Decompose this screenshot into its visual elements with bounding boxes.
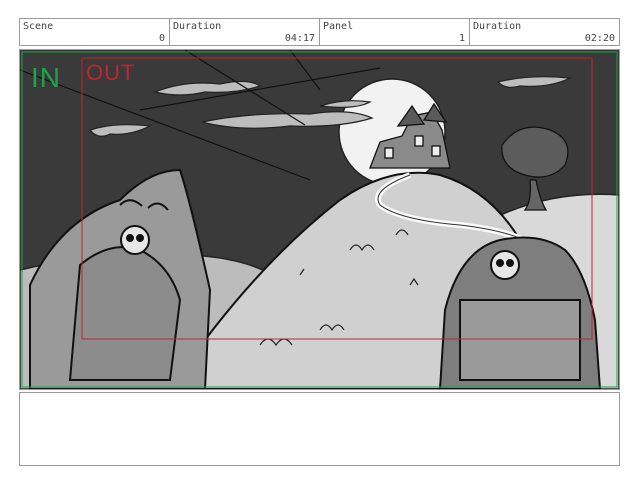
panel-duration-label: Duration [473,21,522,32]
scene-label: Scene [23,21,54,32]
panel-duration-value: 02:20 [584,33,615,44]
scene-duration-label: Duration [173,21,222,32]
scene-duration-cell: Duration 04:17 [170,19,320,45]
scene-duration-value: 04:17 [284,33,315,44]
panel-header: Scene 0 Duration 04:17 Panel 1 Duration … [19,18,620,46]
panel-sketch [20,50,619,389]
panel-number: 1 [458,33,465,44]
panel-duration-cell: Duration 02:20 [470,19,619,45]
in-frame-label: IN [31,62,61,93]
panel-notes-box[interactable] [19,392,620,466]
scene-cell: Scene 0 [20,19,170,45]
scene-number: 0 [158,33,165,44]
panel-cell: Panel 1 [320,19,470,45]
storyboard-panel[interactable]: IN OUT [19,49,620,390]
panel-label: Panel [323,21,354,32]
out-frame-label: OUT [86,60,136,85]
